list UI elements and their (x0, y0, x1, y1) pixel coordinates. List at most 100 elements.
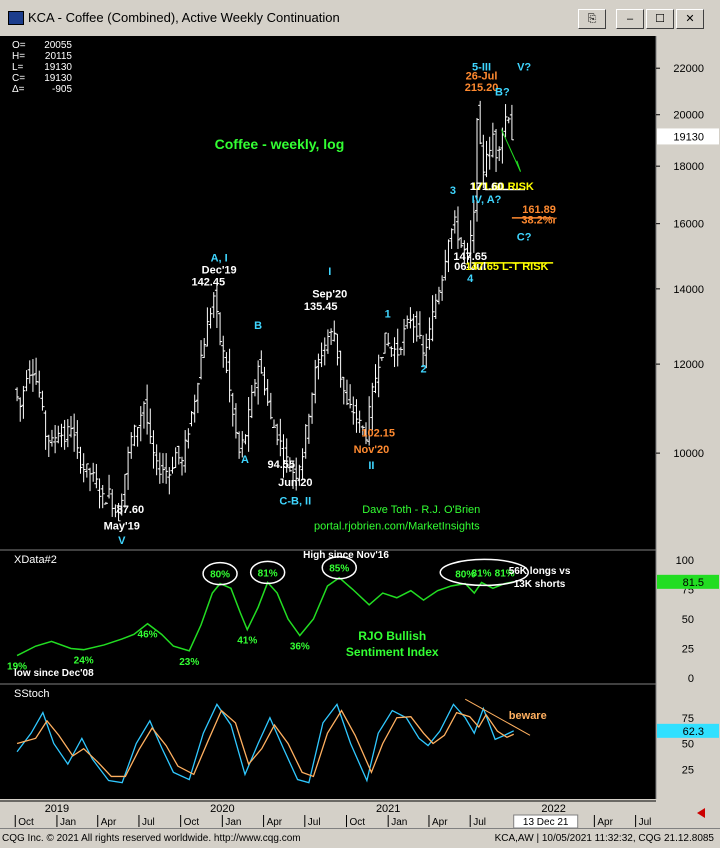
close-button[interactable]: ✕ (676, 9, 704, 29)
price-annotation-16: 1 (385, 309, 391, 321)
price-annotation-29: 102.15 (361, 427, 395, 439)
price-annotation-7: IV, A? (472, 194, 502, 206)
ohlc-label-1: H= (12, 51, 25, 62)
month-label-9: Jan (391, 817, 407, 828)
ohlc-value-3: 19130 (44, 73, 72, 84)
price-annotation-35: Dave Toth - R.J. O'Brien (362, 504, 480, 516)
price-tick-label-1: 12000 (673, 359, 704, 371)
price-annotation-15: 4 (467, 273, 474, 285)
price-annotation-18: A, I (211, 253, 228, 265)
status-bar: CQG Inc. © 2021 All rights reserved worl… (0, 828, 720, 848)
attach-button[interactable]: ⎘ (578, 9, 606, 29)
positions-note-1: 56K longs vs (509, 566, 571, 577)
month-label-13: Jul (639, 817, 652, 828)
copyright-text: CQG Inc. © 2021 All rights reserved worl… (2, 833, 301, 844)
last-price-label: 19130 (673, 131, 704, 143)
ohlc-label-3: C= (12, 73, 25, 84)
sentiment-tick-label-4: 100 (676, 555, 694, 567)
sentiment-pane-name: XData#2 (14, 554, 57, 566)
month-label-8: Oct (350, 817, 366, 828)
sentiment-trough-label-8: 46% (138, 630, 158, 641)
month-label-4: Oct (184, 817, 200, 828)
price-annotation-6: 171.60 (470, 181, 504, 193)
stoch-tick-label-2: 75 (682, 713, 694, 725)
year-label-3: 2022 (541, 803, 565, 815)
chart-app-icon (8, 11, 24, 25)
price-annotation-14: 147.65 L-T RISK (465, 261, 548, 273)
price-annotation-25: 135.45 (304, 301, 338, 313)
quote-timestamp: KCA,AW | 10/05/2021 11:32:32, CQG 21.12.… (494, 833, 714, 844)
ohlc-value-0: 20055 (44, 40, 72, 51)
price-annotation-2: 215.20 (465, 82, 499, 94)
sentiment-peak-label-1: 81% (258, 568, 278, 579)
price-annotation-34: V (118, 535, 126, 547)
month-label-10: Apr (432, 817, 448, 828)
ohlc-label-4: Δ= (12, 84, 25, 95)
ohlc-label-2: L= (12, 62, 24, 73)
price-chart-title: Coffee - weekly, log (215, 136, 345, 152)
maximize-button[interactable]: ☐ (646, 9, 674, 29)
price-tick-label-4: 18000 (673, 161, 704, 173)
chart-area[interactable]: O= 20055 H= 20115 L= 19130 C= 19130 Δ= -905 10000 1… (0, 36, 720, 828)
sentiment-trough-label-9: 23% (179, 657, 199, 668)
cursor-date-label: 13 Dec 21 (523, 817, 569, 828)
price-annotation-21: B (254, 320, 262, 332)
price-annotation-26: 94.55 (267, 459, 295, 471)
sentiment-tick-label-0: 0 (688, 673, 694, 685)
minimize-button[interactable]: – (616, 9, 644, 29)
year-label-2: 2021 (376, 803, 400, 815)
stoch-tick-label-1: 50 (682, 739, 694, 751)
price-annotation-32: 87.60 (117, 504, 145, 516)
sentiment-tick-label-2: 50 (682, 614, 694, 626)
price-tick-label-3: 16000 (673, 219, 704, 231)
year-label-1: 2020 (210, 803, 234, 815)
sentiment-trough-label-10: 41% (237, 636, 257, 647)
sentiment-high-note: High since Nov'16 (303, 550, 389, 561)
ohlc-label-0: O= (12, 40, 26, 51)
stoch-note: beware (509, 710, 547, 722)
price-annotation-20: 142.45 (191, 276, 225, 288)
month-label-3: Jul (142, 817, 155, 828)
positions-note-2: 13K shorts (514, 579, 566, 590)
price-annotation-11: C? (517, 232, 532, 244)
sentiment-last-label: 81.5 (683, 577, 704, 589)
price-annotation-31: II (368, 460, 374, 472)
window-title: KCA - Coffee (Combined), Active Weekly C… (28, 10, 340, 25)
sentiment-trough-label-11: 36% (290, 642, 310, 653)
stoch-last-label: 62.3 (683, 726, 704, 738)
price-tick-label-2: 14000 (673, 284, 704, 296)
ohlc-value-4: -905 (52, 84, 72, 95)
price-annotation-9: 38.2%r (521, 215, 557, 227)
sentiment-peak-label-2: 85% (329, 564, 349, 575)
price-annotation-24: Sep'20 (312, 289, 347, 301)
sentiment-trough-label-7: 24% (74, 656, 94, 667)
month-label-0: Oct (18, 817, 34, 828)
price-annotation-19: Dec'19 (202, 264, 237, 276)
month-label-12: Apr (597, 817, 613, 828)
price-annotation-22: A (241, 454, 249, 466)
price-tick-label-0: 10000 (673, 448, 704, 460)
sentiment-low-note: low since Dec'08 (14, 668, 94, 679)
month-label-7: Jul (308, 817, 321, 828)
ohlc-value-2: 19130 (44, 62, 72, 73)
price-tick-label-5: 20000 (673, 110, 704, 122)
year-label-0: 2019 (45, 803, 69, 815)
month-label-6: Apr (267, 817, 283, 828)
price-annotation-4: V? (517, 61, 531, 73)
sentiment-peak-label-0: 80% (210, 570, 230, 581)
price-annotation-10: 3 (450, 185, 456, 197)
month-label-2: Apr (101, 817, 117, 828)
price-annotation-28: C-B, II (279, 496, 311, 508)
price-annotation-30: Nov'20 (354, 444, 390, 456)
price-annotation-27: Jun'20 (278, 477, 312, 489)
sentiment-title-2: Sentiment Index (346, 645, 439, 659)
month-label-1: Jan (60, 817, 76, 828)
price-annotation-33: May'19 (104, 521, 140, 533)
sentiment-tick-label-1: 25 (682, 644, 694, 656)
price-tick-label-6: 22000 (673, 63, 704, 75)
window-titlebar: KCA - Coffee (Combined), Active Weekly C… (0, 0, 720, 37)
stoch-tick-label-0: 25 (682, 764, 694, 776)
ohlc-value-1: 20115 (45, 51, 73, 62)
price-annotation-1: 26-Jul (466, 70, 498, 82)
month-label-5: Jan (225, 817, 241, 828)
